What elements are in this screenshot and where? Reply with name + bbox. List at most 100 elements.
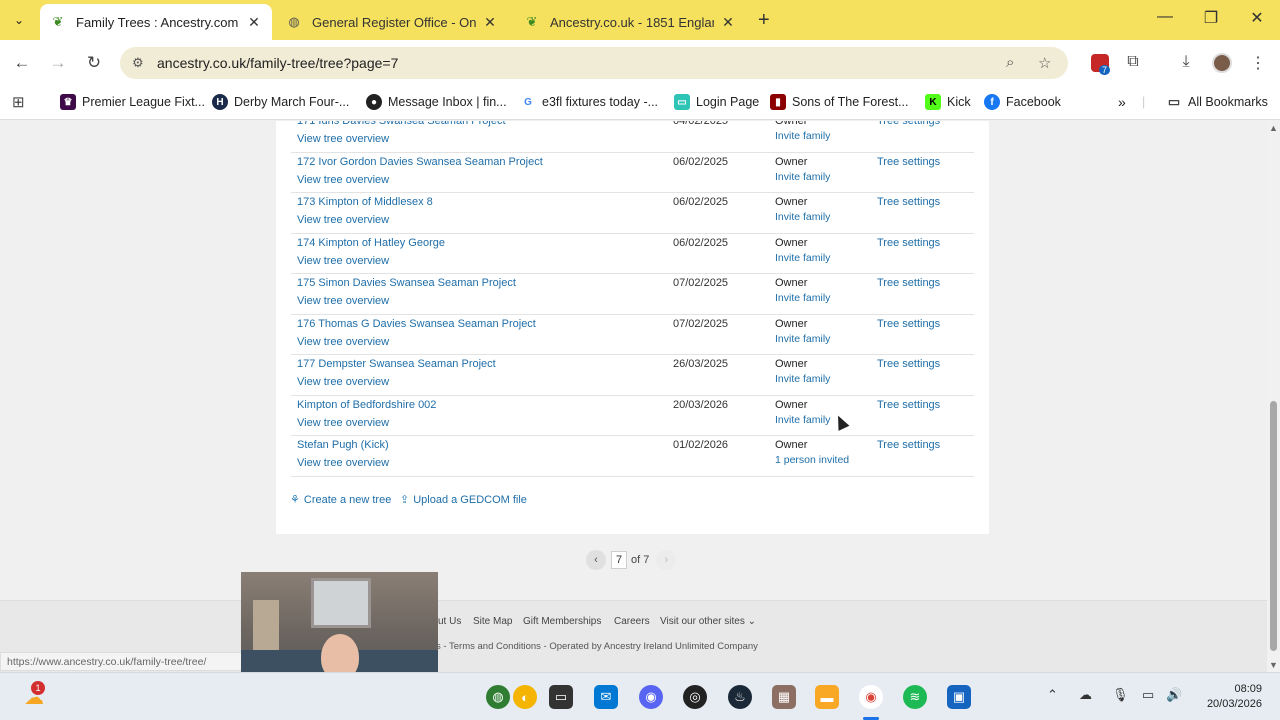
footer-link-other-sites[interactable]: Visit our other sites ⌄ xyxy=(660,616,756,627)
more-menu-icon[interactable]: ⋮ xyxy=(1246,53,1270,73)
invite-family-link[interactable]: 1 person invited xyxy=(775,454,849,466)
upload-gedcom-link[interactable]: ⇪ Upload a GEDCOM file xyxy=(400,493,527,507)
close-icon[interactable]: ✕ xyxy=(482,14,498,31)
obs-icon[interactable]: ◎ xyxy=(683,685,707,709)
all-bookmarks-button[interactable]: ▭ All Bookmarks xyxy=(1166,92,1268,112)
system-clock[interactable]: 08:09 20/03/2026 xyxy=(1200,682,1262,712)
close-window-icon[interactable]: ✕ xyxy=(1245,8,1269,28)
volume-icon[interactable]: 🔊 xyxy=(1166,687,1182,703)
footer-link-site-map[interactable]: Site Map xyxy=(473,616,512,627)
footer-link-gift-memberships[interactable]: Gift Memberships xyxy=(523,616,601,627)
tree-settings-link[interactable]: Tree settings xyxy=(877,439,940,451)
tree-name-link[interactable]: 171 Idris Davies Swansea Seaman Project xyxy=(297,121,506,127)
tab-family-trees[interactable]: ❦ Family Trees : Ancestry.com ✕ xyxy=(40,4,272,40)
back-icon[interactable]: ← xyxy=(12,53,32,73)
invite-family-link[interactable]: Invite family xyxy=(775,211,830,223)
view-tree-overview-link[interactable]: View tree overview xyxy=(297,457,389,469)
download-icon[interactable]: ⤓ xyxy=(1174,53,1198,71)
discord-icon[interactable]: ◉ xyxy=(639,685,663,709)
invite-family-link[interactable]: Invite family xyxy=(775,252,830,264)
onedrive-cloud-icon[interactable]: ☁ xyxy=(1079,687,1092,703)
invite-family-link[interactable]: Invite family xyxy=(775,373,830,385)
bookmark-star-icon[interactable]: ☆ xyxy=(1038,54,1051,72)
tree-settings-link[interactable]: Tree settings xyxy=(877,399,940,411)
footer-link-about[interactable]: ut Us xyxy=(438,616,461,627)
tree-name-link[interactable]: Stefan Pugh (Kick) xyxy=(297,439,389,451)
new-tab-button[interactable]: + xyxy=(758,10,770,30)
close-icon[interactable]: ✕ xyxy=(720,14,736,31)
extensions-puzzle-icon[interactable]: ⧉ xyxy=(1121,53,1145,71)
scrollbar-thumb[interactable] xyxy=(1270,401,1277,651)
tab-ancestry-1851[interactable]: ❦ Ancestry.co.uk - 1851 England C ✕ xyxy=(514,4,746,40)
tree-name-link[interactable]: 177 Dempster Swansea Seaman Project xyxy=(297,358,496,370)
profile-avatar[interactable] xyxy=(1212,53,1232,73)
view-tree-overview-link[interactable]: View tree overview xyxy=(297,336,389,348)
apps-grid-icon[interactable]: ⊞ xyxy=(12,92,25,112)
invite-family-link[interactable]: Invite family xyxy=(775,130,830,142)
tree-name-link[interactable]: Kimpton of Bedfordshire 002 xyxy=(297,399,436,411)
bookmark-message-inbox[interactable]: ● Message Inbox | fin... xyxy=(366,92,507,112)
site-info-icon[interactable]: ⚙ xyxy=(132,55,144,71)
bookmark-premier-league[interactable]: ♛ Premier League Fixt... xyxy=(60,92,205,112)
tab-general-register-office[interactable]: ◍ General Register Office - Online ✕ xyxy=(276,4,508,40)
forward-icon[interactable]: → xyxy=(48,53,68,73)
next-page-button[interactable]: › xyxy=(656,550,677,570)
invite-family-link[interactable]: Invite family xyxy=(775,333,830,345)
tree-settings-link[interactable]: Tree settings xyxy=(877,318,940,330)
minimize-icon[interactable]: — xyxy=(1153,8,1177,26)
bookmark-kick[interactable]: K Kick xyxy=(925,92,971,112)
close-icon[interactable]: ✕ xyxy=(246,14,262,31)
scroll-down-arrow-icon[interactable]: ▼ xyxy=(1269,660,1278,670)
view-tree-overview-link[interactable]: View tree overview xyxy=(297,174,389,186)
view-tree-overview-link[interactable]: View tree overview xyxy=(297,214,389,226)
bookmark-login-page[interactable]: ▭ Login Page xyxy=(674,92,759,112)
game-app-icon[interactable]: ▦ xyxy=(772,685,796,709)
previous-page-button[interactable]: ‹ xyxy=(586,550,606,570)
invite-family-link[interactable]: Invite family xyxy=(775,171,830,183)
bookmark-facebook[interactable]: f Facebook xyxy=(984,92,1061,112)
view-tree-overview-link[interactable]: View tree overview xyxy=(297,133,389,145)
invite-family-link[interactable]: Invite family xyxy=(775,414,830,426)
tray-overflow-chevron-icon[interactable]: ⌃ xyxy=(1047,687,1058,703)
address-bar[interactable]: ⚙ ancestry.co.uk/family-tree/tree?page=7… xyxy=(120,47,1068,79)
create-new-tree-link[interactable]: ⚘ Create a new tree xyxy=(290,493,391,507)
tree-settings-link[interactable]: Tree settings xyxy=(877,156,940,168)
tree-name-link[interactable]: 172 Ivor Gordon Davies Swansea Seaman Pr… xyxy=(297,156,543,168)
tree-name-link[interactable]: 173 Kimpton of Middlesex 8 xyxy=(297,196,433,208)
remote-desktop-icon[interactable]: ▣ xyxy=(947,685,971,709)
view-tree-overview-link[interactable]: View tree overview xyxy=(297,417,389,429)
tree-name-link[interactable]: 175 Simon Davies Swansea Seaman Project xyxy=(297,277,516,289)
footer-link-careers[interactable]: Careers xyxy=(614,616,650,627)
invite-family-link[interactable]: Invite family xyxy=(775,292,830,304)
outlook-icon[interactable]: ✉ xyxy=(594,685,618,709)
file-explorer-icon[interactable]: ▬ xyxy=(815,685,839,709)
microphone-icon[interactable]: 🎙 xyxy=(1112,687,1129,703)
address-url[interactable]: ancestry.co.uk/family-tree/tree?page=7 xyxy=(157,55,398,71)
more-bookmarks-icon[interactable]: » xyxy=(1118,92,1126,112)
spotify-icon[interactable]: ≋ xyxy=(903,685,927,709)
tab-search-chevron-icon[interactable]: ⌄ xyxy=(8,9,30,31)
terminal-app-icon[interactable]: ▭ xyxy=(549,685,573,709)
bookmark-derby[interactable]: H Derby March Four-... xyxy=(212,92,349,112)
tree-settings-link[interactable]: Tree settings xyxy=(877,358,940,370)
tree-name-link[interactable]: 174 Kimpton of Hatley George xyxy=(297,237,445,249)
restore-icon[interactable]: ❐ xyxy=(1199,8,1223,28)
page-number-input[interactable]: 7 xyxy=(611,551,627,569)
tree-settings-link[interactable]: Tree settings xyxy=(877,237,940,249)
bookmark-e3fl[interactable]: G e3fl fixtures today -... xyxy=(520,92,658,112)
tree-settings-link[interactable]: Tree settings xyxy=(877,196,940,208)
zoom-icon[interactable]: ⌕ xyxy=(1006,54,1014,71)
reload-icon[interactable]: ↻ xyxy=(84,53,104,73)
tree-name-link[interactable]: 176 Thomas G Davies Swansea Seaman Proje… xyxy=(297,318,536,330)
network-icon[interactable]: ▭ xyxy=(1142,687,1154,703)
files-app-icon[interactable]: ◐ xyxy=(513,685,537,709)
tree-settings-link[interactable]: Tree settings xyxy=(877,121,940,127)
tree-settings-link[interactable]: Tree settings xyxy=(877,277,940,289)
view-tree-overview-link[interactable]: View tree overview xyxy=(297,255,389,267)
scroll-up-arrow-icon[interactable]: ▲ xyxy=(1269,123,1278,133)
earth-app-icon[interactable]: ◍ xyxy=(486,685,510,709)
view-tree-overview-link[interactable]: View tree overview xyxy=(297,295,389,307)
page-scrollbar[interactable]: ▲ ▼ xyxy=(1267,121,1280,672)
steam-icon[interactable]: ♨ xyxy=(728,685,752,709)
bookmark-sons-of-forest[interactable]: ▮ Sons of The Forest... xyxy=(770,92,909,112)
